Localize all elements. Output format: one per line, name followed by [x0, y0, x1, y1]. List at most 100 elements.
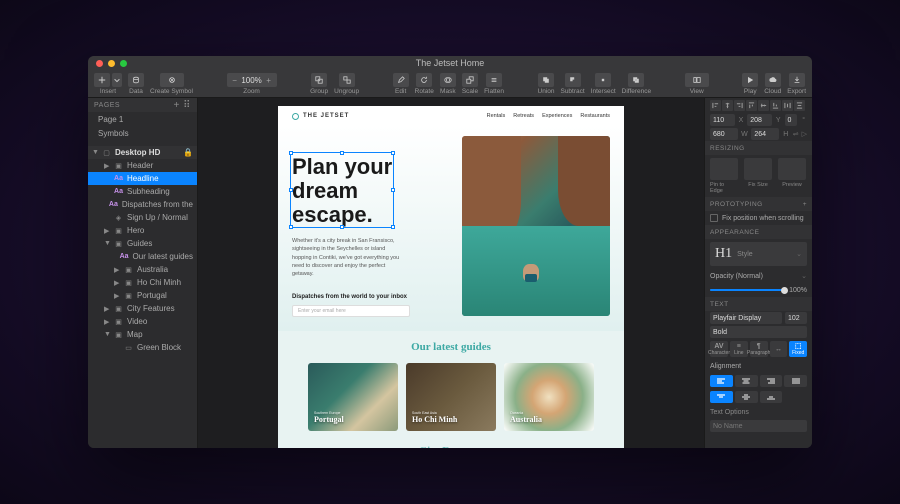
layer-row[interactable]: ▭Green Block [88, 341, 197, 354]
align-left-icon[interactable] [710, 100, 721, 111]
align-text-left[interactable] [710, 375, 733, 387]
tb-flatten[interactable]: Flatten [484, 73, 504, 95]
layer-row[interactable]: AaSubheading [88, 185, 197, 198]
width-input[interactable]: 680 [710, 128, 738, 140]
layer-type-icon: ▣ [124, 265, 133, 274]
artboard-desktop-hd[interactable]: THE JETSET Rentals Retreats Experiences … [278, 106, 624, 448]
tb-export[interactable]: Export [787, 73, 806, 95]
headline-text[interactable]: Plan your dream escape. [292, 154, 392, 226]
y-input[interactable]: 208 [747, 114, 772, 126]
canvas[interactable]: THE JETSET Rentals Retreats Experiences … [198, 98, 704, 448]
flip-h-icon[interactable]: ▷ [802, 130, 807, 138]
tb-edit[interactable]: Edit [393, 73, 409, 95]
align-vcenter-icon[interactable] [758, 100, 769, 111]
layer-row[interactable]: ▶▣City Features [88, 302, 197, 315]
page-row[interactable]: Symbols [88, 126, 197, 140]
rotation-input[interactable]: 0 [785, 114, 798, 126]
font-select[interactable]: Playfair Display [710, 312, 782, 324]
align-text-right[interactable] [760, 375, 783, 387]
height-input[interactable]: 264 [751, 128, 779, 140]
align-bottom-icon[interactable] [770, 100, 781, 111]
tb-rotate[interactable]: Rotate [415, 73, 434, 95]
add-page-icon[interactable]: + ⠿ [174, 100, 191, 111]
text-option-select[interactable]: No Name [710, 420, 807, 432]
layer-row[interactable]: ▶▣Australia [88, 263, 197, 276]
add-icon[interactable]: + [803, 201, 807, 208]
align-top-icon[interactable] [746, 100, 757, 111]
text-style-preview[interactable]: H1Style⌄ [710, 242, 807, 266]
layer-row[interactable]: ▼▣Map [88, 328, 197, 341]
tb-play[interactable]: Play [742, 73, 758, 95]
layer-row[interactable]: ▶▣Video [88, 315, 197, 328]
page-row[interactable]: Page 1 [88, 112, 197, 126]
titlebar[interactable]: The Jetset Home [88, 56, 812, 70]
align-hcenter-icon[interactable] [722, 100, 733, 111]
line-height[interactable]: ≡Line [730, 341, 748, 357]
tb-mask[interactable]: Mask [440, 73, 456, 95]
tb-create-symbol[interactable]: Create Symbol [150, 73, 193, 95]
tb-union[interactable]: Union [538, 73, 555, 95]
character-spacing[interactable]: AVCharacter [710, 341, 728, 357]
align-text-center[interactable] [735, 375, 758, 387]
hero-image [462, 136, 610, 316]
chevron-down-icon[interactable]: ⌄ [801, 272, 807, 280]
lock-aspect-icon[interactable]: ⇌ [793, 130, 799, 138]
fix-scroll-checkbox[interactable]: Fix position when scrolling [705, 211, 812, 225]
layer-row[interactable]: ▶▣Ho Chi Minh [88, 276, 197, 289]
align-text-justify[interactable] [784, 375, 807, 387]
x-input[interactable]: 110 [710, 114, 735, 126]
layer-type-icon: ▣ [114, 304, 123, 313]
layer-type-icon: ◈ [114, 213, 123, 222]
lock-icon[interactable]: 🔒 [183, 148, 193, 157]
layer-type-icon: ▣ [114, 317, 123, 326]
layer-row[interactable]: AaHeadline [88, 172, 197, 185]
resize-preview[interactable]: Preview [778, 158, 806, 194]
tb-ungroup[interactable]: Ungroup [334, 73, 359, 95]
text-header: Text [705, 297, 812, 311]
valign-middle[interactable] [735, 391, 758, 403]
valign-top[interactable] [710, 391, 733, 403]
fixed-size[interactable]: ⬚Fixed [789, 341, 807, 357]
tb-view[interactable]: View [685, 73, 709, 95]
valign-bottom[interactable] [760, 391, 783, 403]
inspector-panel: 110X 208Y 0° 680W 264H ⇌ ▷ Resizing Pin … [704, 98, 812, 448]
layer-row[interactable]: ◈Sign Up / Normal [88, 211, 197, 224]
align-right-icon[interactable] [734, 100, 745, 111]
layer-row[interactable]: AaOur latest guides [88, 250, 197, 263]
opacity-slider[interactable]: 100% [705, 283, 812, 297]
toolbar: Insert Data Create Symbol − 100% +Zoom G… [88, 70, 812, 98]
tb-subtract[interactable]: Subtract [560, 73, 584, 95]
fontsize-input[interactable]: 102 [785, 312, 807, 324]
tb-zoom[interactable]: − 100% +Zoom [227, 73, 277, 95]
distribute-h-icon[interactable] [782, 100, 793, 111]
nav-item: Retreats [513, 113, 534, 119]
tb-group[interactable]: Group [310, 73, 328, 95]
layer-row[interactable]: ▶▣Header [88, 159, 197, 172]
layer-artboard[interactable]: ▼▢Desktop HD 🔒 [88, 146, 197, 159]
distribute-v-icon[interactable] [794, 100, 805, 111]
left-panel: Pages+ ⠿ Page 1 Symbols ▼▢Desktop HD 🔒 ▶… [88, 98, 198, 448]
tb-scale[interactable]: Scale [462, 73, 478, 95]
paragraph-spacing[interactable]: ¶Paragraph [750, 341, 768, 357]
layer-row[interactable]: ▼▣Guides [88, 237, 197, 250]
nav-item: Restaurants [580, 113, 610, 119]
tb-intersect[interactable]: Intersect [591, 73, 616, 95]
layer-row[interactable]: ▶▣Hero [88, 224, 197, 237]
auto-width[interactable]: ↔ [770, 341, 788, 357]
fix-size[interactable]: Fix Size [744, 158, 772, 194]
tb-cloud[interactable]: Cloud [764, 73, 781, 95]
tb-difference[interactable]: Difference [622, 73, 652, 95]
layer-type-icon: Aa [114, 187, 123, 196]
layer-row[interactable]: AaDispatches from the [88, 198, 197, 211]
guide-card: Southern EuropePortugal [308, 363, 398, 431]
chevron-down-icon[interactable]: ⌄ [796, 250, 802, 258]
tb-insert[interactable]: Insert [94, 73, 122, 95]
site-nav: Rentals Retreats Experiences Restaurants [487, 113, 610, 119]
layer-type-icon: ▣ [114, 161, 123, 170]
resizing-header: Resizing [705, 141, 812, 155]
tb-data[interactable]: Data [128, 73, 144, 95]
layer-type-icon: ▭ [124, 343, 133, 352]
weight-select[interactable]: Bold [710, 326, 807, 338]
layer-row[interactable]: ▶▣Portugal [88, 289, 197, 302]
pin-to-edge[interactable]: Pin to Edge [710, 158, 738, 194]
